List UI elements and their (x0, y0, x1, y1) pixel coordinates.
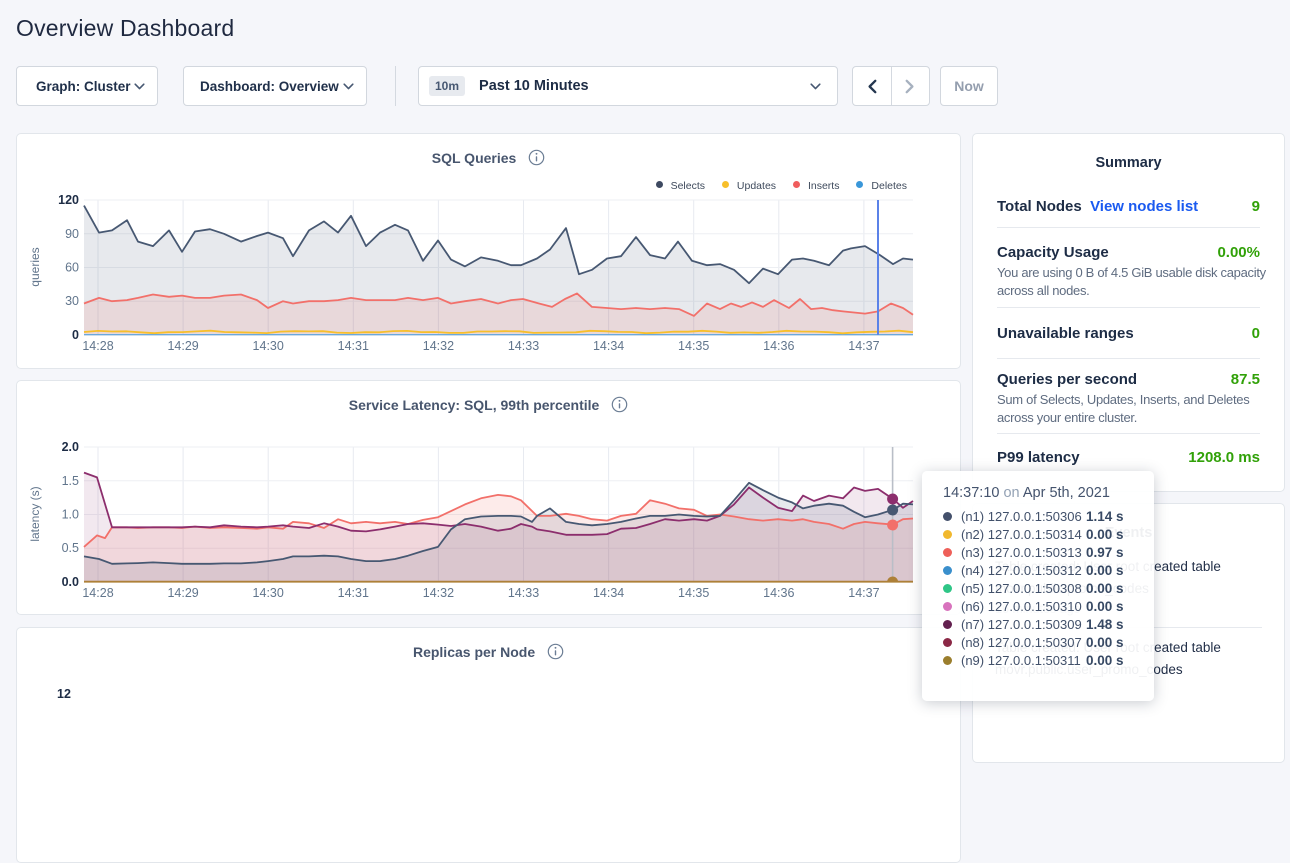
svg-text:14:31: 14:31 (338, 339, 369, 353)
svg-text:14:33: 14:33 (508, 586, 539, 600)
svg-text:1.5: 1.5 (62, 474, 79, 488)
svg-text:14:36: 14:36 (763, 339, 794, 353)
svg-text:14:33: 14:33 (508, 339, 539, 353)
svg-text:14:30: 14:30 (253, 339, 284, 353)
svg-text:14:34: 14:34 (593, 339, 624, 353)
svg-text:14:28: 14:28 (82, 586, 113, 600)
svg-text:0.0: 0.0 (62, 575, 79, 589)
svg-text:14:35: 14:35 (678, 339, 709, 353)
svg-text:14:35: 14:35 (678, 586, 709, 600)
svg-text:14:32: 14:32 (423, 586, 454, 600)
svg-text:2.0: 2.0 (62, 440, 79, 454)
svg-text:14:29: 14:29 (167, 339, 198, 353)
svg-text:14:34: 14:34 (593, 586, 624, 600)
svg-text:14:30: 14:30 (253, 586, 284, 600)
svg-text:1.0: 1.0 (62, 508, 79, 522)
svg-text:14:28: 14:28 (82, 339, 113, 353)
svg-text:14:29: 14:29 (167, 586, 198, 600)
svg-text:queries: queries (28, 247, 42, 286)
svg-text:90: 90 (65, 227, 79, 241)
svg-text:30: 30 (65, 294, 79, 308)
svg-text:14:31: 14:31 (338, 586, 369, 600)
svg-text:60: 60 (65, 261, 79, 275)
svg-text:120: 120 (58, 193, 79, 207)
svg-text:14:37: 14:37 (848, 339, 879, 353)
svg-text:0.5: 0.5 (62, 541, 79, 555)
svg-text:14:37: 14:37 (848, 586, 879, 600)
svg-text:0: 0 (72, 328, 79, 342)
svg-text:latency (s): latency (s) (28, 486, 42, 541)
svg-text:14:36: 14:36 (763, 586, 794, 600)
svg-text:14:32: 14:32 (423, 339, 454, 353)
